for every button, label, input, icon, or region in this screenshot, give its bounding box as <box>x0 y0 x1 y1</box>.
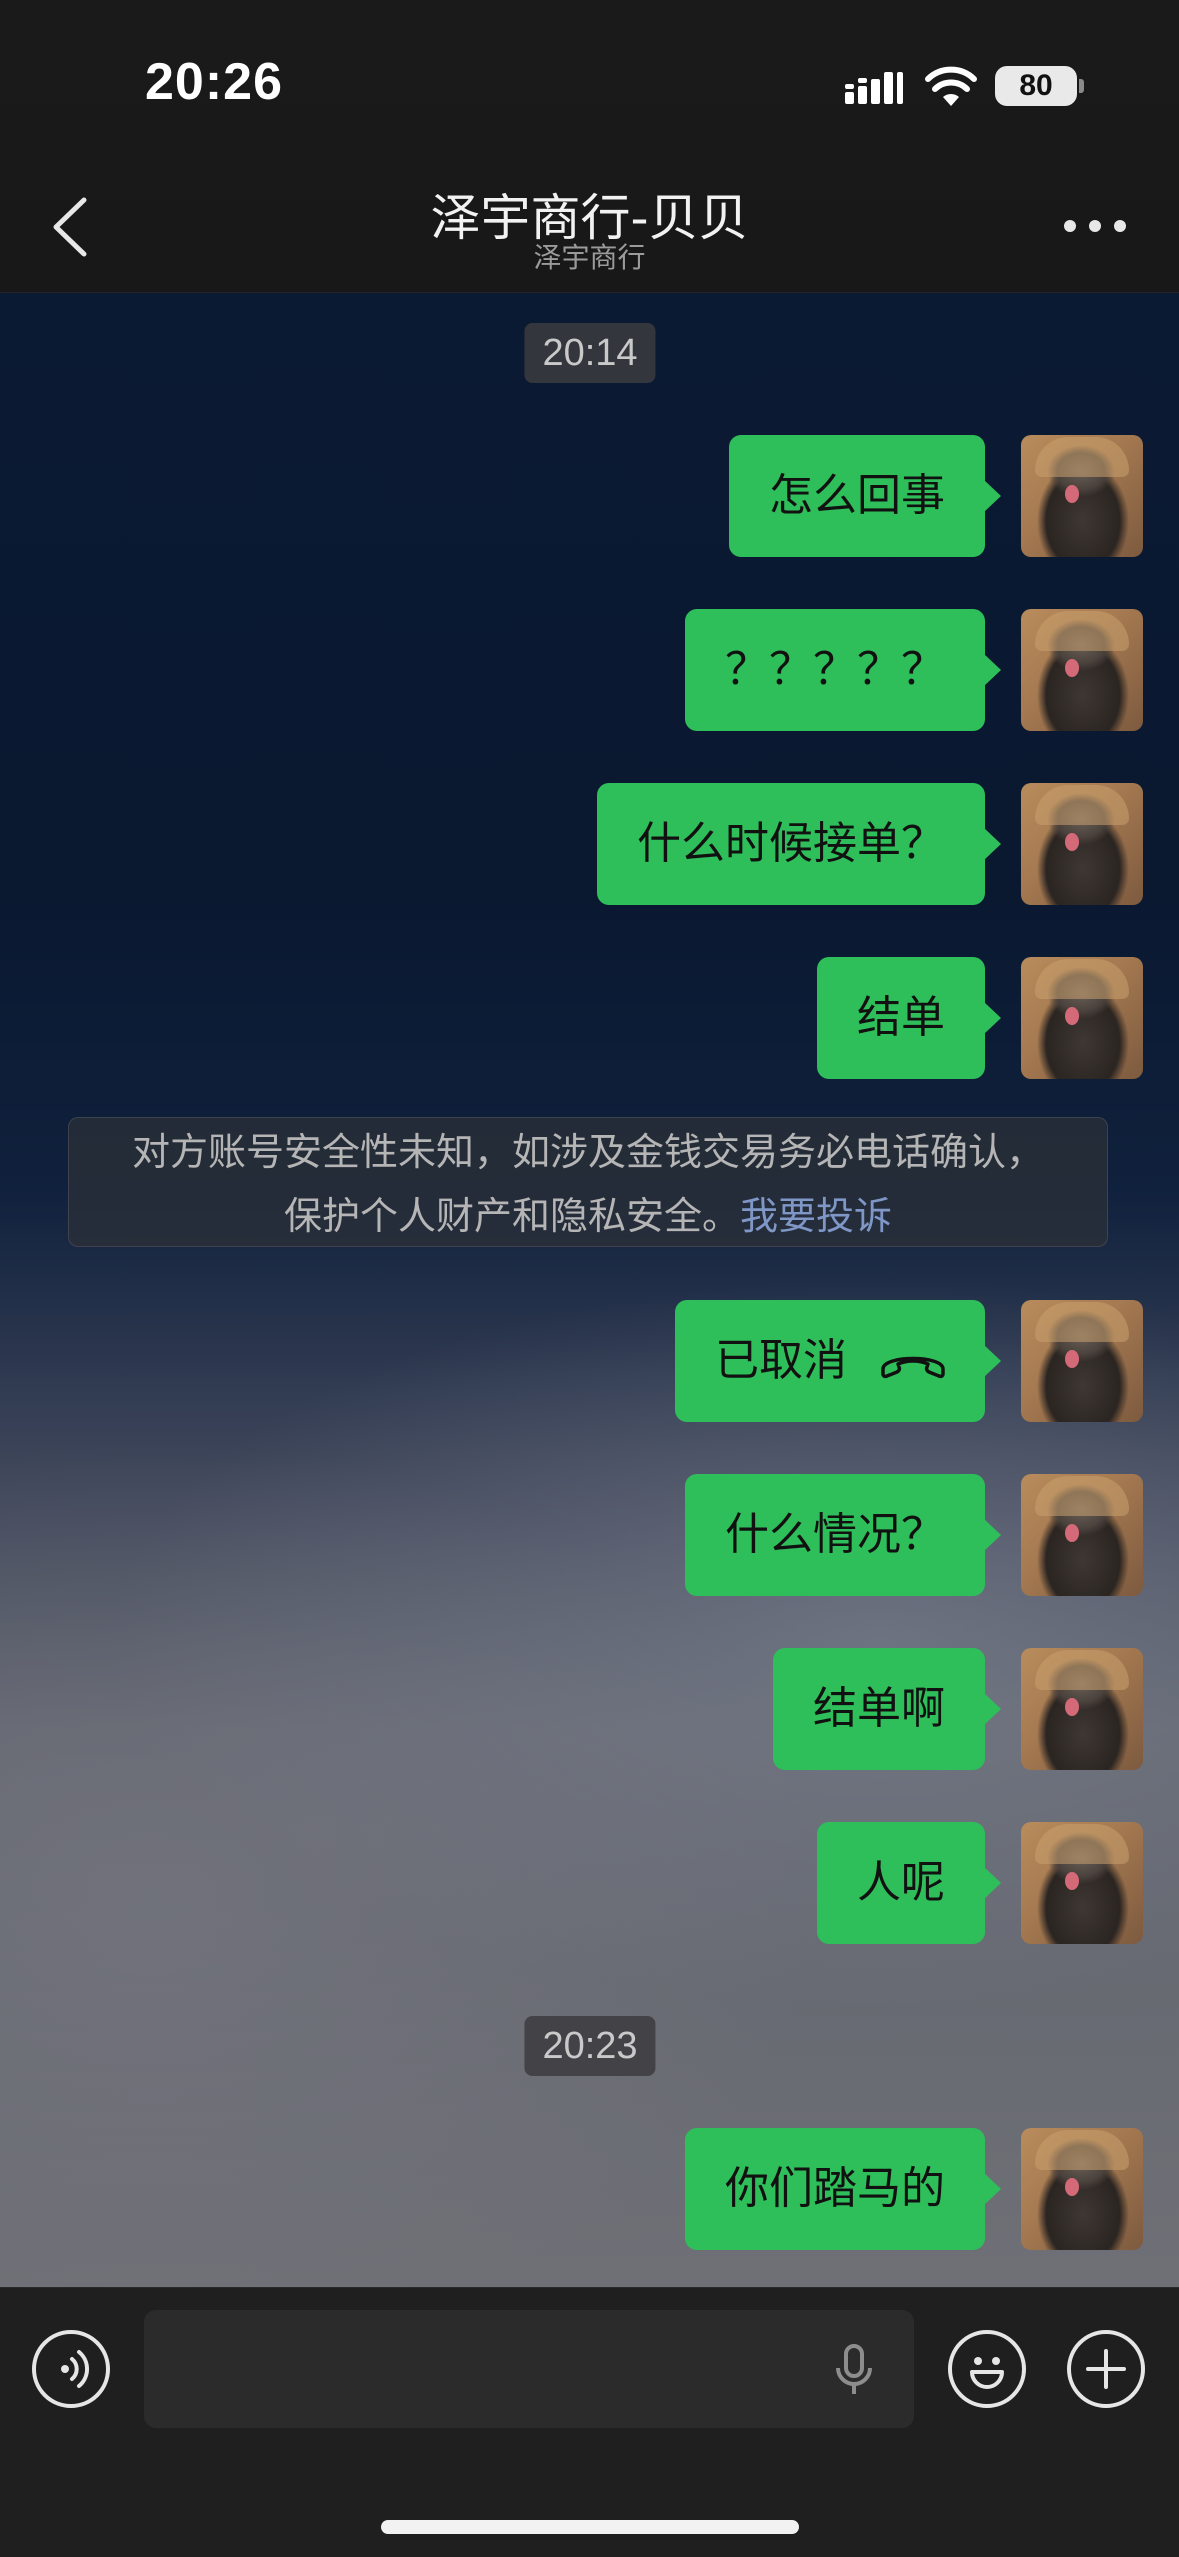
message-row: 人呢 <box>743 1822 1143 1944</box>
avatar[interactable] <box>1021 1822 1143 1944</box>
voice-input-button[interactable] <box>32 2330 110 2408</box>
avatar[interactable] <box>1021 957 1143 1079</box>
battery-indicator: 80 <box>995 66 1077 106</box>
battery-nub <box>1079 79 1084 93</box>
message-bubble[interactable]: 结单啊 <box>773 1648 1001 1770</box>
message-bubble[interactable]: 怎么回事 <box>729 435 1001 557</box>
input-bar <box>0 2287 1179 2557</box>
call-status-text: 已取消 <box>715 1335 847 1386</box>
home-indicator <box>381 2520 799 2534</box>
avatar[interactable] <box>1021 1474 1143 1596</box>
emoji-icon <box>970 2357 1004 2389</box>
avatar[interactable] <box>1021 609 1143 731</box>
message-input[interactable] <box>144 2310 914 2428</box>
avatar[interactable] <box>1021 2128 1143 2250</box>
security-notice: 对方账号安全性未知，如涉及金钱交易务必电话确认， 保护个人财产和隐私安全。我要投… <box>68 1117 1108 1247</box>
chat-header: 泽宇商行-贝贝 泽宇商行 <box>0 170 1179 292</box>
message-bubble[interactable]: ？？？？？ <box>685 609 1001 731</box>
voice-icon <box>61 2350 90 2388</box>
message-row: 结单 <box>743 957 1143 1079</box>
message-bubble[interactable]: 人呢 <box>817 1822 1001 1944</box>
chat-area[interactable]: 20:14 怎么回事 ？？？？？ 什么时候接单？ 结单 对方账号安全性未知，如涉… <box>0 292 1179 2287</box>
message-row: ？？？？？ <box>643 609 1143 731</box>
avatar[interactable] <box>1021 435 1143 557</box>
plus-button[interactable] <box>1067 2330 1145 2408</box>
message-bubble[interactable]: 什么情况？ <box>685 1474 1001 1596</box>
cellular-signal-icon <box>845 72 903 104</box>
timestamp-chip: 20:14 <box>524 323 656 383</box>
timestamp-chip: 20:23 <box>524 2016 656 2076</box>
microphone-icon[interactable] <box>834 2344 874 2396</box>
plus-icon <box>1086 2349 1126 2389</box>
status-bar: 20:26 80 <box>0 0 1179 170</box>
call-record-bubble[interactable]: 已取消 <box>675 1300 1001 1422</box>
phone-hangup-icon <box>881 1356 945 1379</box>
message-bubble[interactable]: 你们踏马的 <box>685 2128 1001 2250</box>
message-row: 结单啊 <box>643 1648 1143 1770</box>
top-bar: 20:26 80 泽宇商行-贝贝 泽宇商行 <box>0 0 1179 293</box>
message-bubble[interactable]: 结单 <box>817 957 1001 1079</box>
message-bubble[interactable]: 什么时候接单？ <box>597 783 1001 905</box>
emoji-button[interactable] <box>948 2330 1026 2408</box>
notice-line-2-text: 保护个人财产和隐私安全。 <box>283 1194 740 1238</box>
avatar[interactable] <box>1021 1648 1143 1770</box>
notice-line-1: 对方账号安全性未知，如涉及金钱交易务必电话确认， <box>131 1130 1044 1174</box>
message-row: 什么时候接单？ <box>543 783 1143 905</box>
wifi-icon <box>925 66 977 106</box>
complaint-link[interactable]: 我要投诉 <box>740 1194 892 1238</box>
message-row: 怎么回事 <box>643 435 1143 557</box>
avatar[interactable] <box>1021 1300 1143 1422</box>
more-dots-icon[interactable] <box>1060 214 1130 238</box>
avatar[interactable] <box>1021 783 1143 905</box>
notice-line-2: 保护个人财产和隐私安全。我要投诉 <box>69 1184 1107 1248</box>
chat-subtitle: 泽宇商行 <box>533 241 646 274</box>
message-row: 已取消 <box>543 1300 1143 1422</box>
message-row: 什么情况？ <box>543 1474 1143 1596</box>
status-time: 20:26 <box>145 53 283 111</box>
message-row: 你们踏马的 <box>543 2128 1143 2250</box>
